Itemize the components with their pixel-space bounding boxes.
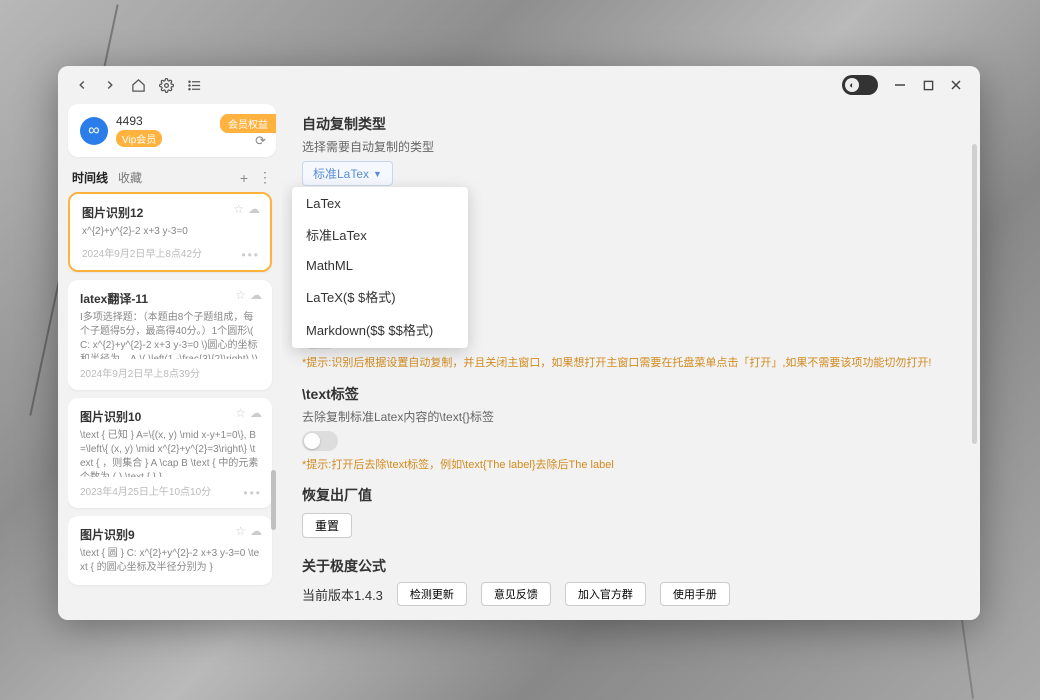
sidebar: ∞ 4493 Vip会员 会员权益 ⟳ 时间线 收藏 + ⋮ 图片识别12: [58, 104, 282, 620]
more-icon[interactable]: ⋮: [258, 169, 272, 186]
history-date: 2024年9月2日早上8点39分: [80, 365, 200, 380]
tip-auto-close: *提示:识别后根据设置自动复制，并且关闭主窗口，如果想打开主窗口需要在托盘菜单点…: [302, 355, 960, 372]
chevron-down-icon: ▼: [373, 169, 382, 179]
dropdown-menu: LaTex 标准LaTex MathML LaTeX($ $格式) Markdo…: [292, 187, 468, 348]
profile-card: ∞ 4493 Vip会员 会员权益 ⟳: [68, 104, 276, 157]
scrollbar[interactable]: [271, 470, 276, 530]
section-text-tag-sub: 去除复制标准Latex内容的\text{}标签: [302, 408, 960, 425]
section-auto-copy-title: 自动复制类型: [302, 114, 960, 134]
check-update-button[interactable]: 检测更新: [397, 582, 467, 606]
back-button[interactable]: [68, 71, 96, 99]
section-about-title: 关于极度公式: [302, 556, 960, 576]
history-body: I多项选择题：（本题由8个子题组成，每个子题得5分，最高得40分。）1个圆形\(…: [80, 311, 260, 359]
dropdown-item[interactable]: LaTeX($ $格式): [292, 280, 468, 313]
settings-button[interactable]: [152, 71, 180, 99]
star-icon[interactable]: ☆: [233, 202, 244, 216]
reset-button[interactable]: 重置: [302, 513, 352, 538]
privacy-link[interactable]: 《极度公式隐私政策》: [422, 618, 532, 620]
history-body: x^{2}+y^{2}-2 x+3 y-3=0: [82, 225, 258, 239]
history-title: latex翻译-11: [80, 290, 260, 307]
card-menu-icon[interactable]: •••: [241, 248, 260, 262]
section-reset-title: 恢复出厂值: [302, 485, 960, 505]
dropdown-item[interactable]: 标准LaTex: [292, 218, 468, 251]
dropdown-item[interactable]: Markdown($$ $$格式): [292, 313, 468, 346]
tip-text-tag: *提示:打开后去除\text标签，例如\text{The label}去除后Th…: [302, 457, 960, 474]
copy-type-dropdown[interactable]: 标准LaTex ▼: [302, 161, 393, 186]
user-id: 4493: [116, 114, 162, 128]
maximize-button[interactable]: [914, 71, 942, 99]
join-group-button[interactable]: 加入官方群: [565, 582, 646, 606]
section-auto-copy-sub: 选择需要自动复制的类型: [302, 138, 960, 155]
forward-button[interactable]: [96, 71, 124, 99]
cloud-icon[interactable]: ☁: [250, 288, 262, 302]
star-icon[interactable]: ☆: [235, 524, 246, 538]
version-text: 当前版本1.4.3: [302, 585, 383, 604]
cloud-icon[interactable]: ☁: [250, 524, 262, 538]
star-icon[interactable]: ☆: [235, 406, 246, 420]
tab-favorites[interactable]: 收藏: [118, 169, 142, 186]
rights-badge[interactable]: 会员权益: [220, 114, 276, 133]
cloud-icon[interactable]: ☁: [250, 406, 262, 420]
minimize-button[interactable]: [886, 71, 914, 99]
history-card[interactable]: 图片识别10 \text { 已知 } A=\{(x, y) \mid x-y+…: [68, 398, 272, 508]
history-card[interactable]: latex翻译-11 I多项选择题：（本题由8个子题组成，每个子题得5分，最高得…: [68, 280, 272, 390]
home-button[interactable]: [124, 71, 152, 99]
dropdown-item[interactable]: LaTex: [292, 189, 468, 218]
text-tag-toggle[interactable]: [302, 431, 338, 451]
history-title: 图片识别10: [80, 408, 260, 425]
add-icon[interactable]: +: [240, 170, 248, 186]
theme-toggle[interactable]: ◐: [842, 75, 878, 95]
sidebar-tabs: 时间线 收藏 + ⋮: [68, 165, 276, 192]
card-menu-icon[interactable]: •••: [243, 486, 262, 500]
star-icon[interactable]: ☆: [235, 288, 246, 302]
settings-content: 自动复制类型 选择需要自动复制的类型 标准LaTex ▼ LaTex 标准LaT…: [282, 104, 980, 620]
history-card[interactable]: 图片识别9 \text { 圆 } C: x^{2}+y^{2}-2 x+3 y…: [68, 516, 272, 585]
history-list: 图片识别12 x^{2}+y^{2}-2 x+3 y-3=0 2024年9月2日…: [68, 192, 276, 620]
history-body: \text { 已知 } A=\{(x, y) \mid x-y+1=0\}, …: [80, 429, 260, 477]
manual-button[interactable]: 使用手册: [660, 582, 730, 606]
section-text-tag-title: \text标签: [302, 384, 960, 404]
history-title: 图片识别9: [80, 526, 260, 543]
history-date: 2023年4月25日上午10点10分: [80, 483, 211, 498]
feedback-button[interactable]: 意见反馈: [481, 582, 551, 606]
content-scrollbar[interactable]: [972, 144, 977, 444]
dropdown-selected: 标准LaTex: [313, 165, 369, 182]
refresh-icon[interactable]: ⟳: [255, 133, 266, 149]
cloud-icon[interactable]: ☁: [248, 202, 260, 216]
list-button[interactable]: [180, 71, 208, 99]
close-button[interactable]: [942, 71, 970, 99]
history-date: 2024年9月2日早上8点42分: [82, 245, 202, 260]
history-title: 图片识别12: [82, 204, 258, 221]
tos-link[interactable]: 《极度公式服务条款》: [302, 618, 412, 620]
dropdown-item[interactable]: MathML: [292, 251, 468, 280]
history-card[interactable]: 图片识别12 x^{2}+y^{2}-2 x+3 y-3=0 2024年9月2日…: [68, 192, 272, 272]
history-body: \text { 圆 } C: x^{2}+y^{2}-2 x+3 y-3=0 \…: [80, 547, 260, 575]
tab-timeline[interactable]: 时间线: [72, 169, 108, 186]
titlebar: ◐: [58, 66, 980, 104]
app-window: ◐ ∞ 4493 Vip会员 会员权益 ⟳ 时间线 收藏: [58, 66, 980, 620]
avatar: ∞: [80, 117, 108, 145]
vip-badge: Vip会员: [116, 130, 162, 147]
